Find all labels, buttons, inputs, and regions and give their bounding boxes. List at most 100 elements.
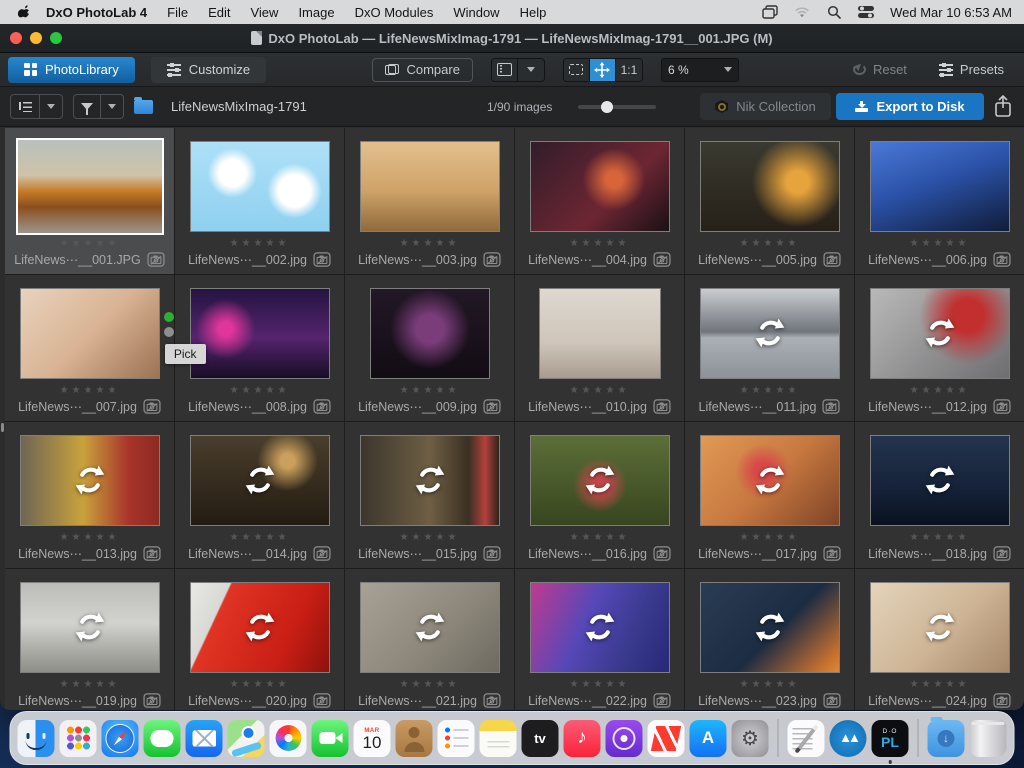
current-folder-name[interactable]: LifeNewsMixImag-1791	[171, 99, 307, 114]
star-rating[interactable]: ★★★★★	[910, 239, 970, 249]
image-cell[interactable]: ★★★★★LifeNews⋯__005.jpg	[685, 128, 854, 274]
star-rating[interactable]: ★★★★★	[740, 386, 800, 396]
thumbnail-image[interactable]	[20, 582, 160, 673]
dock-icon-mail[interactable]	[186, 720, 223, 757]
filter-button[interactable]	[74, 95, 101, 118]
menu-help[interactable]: Help	[520, 5, 547, 20]
view-mode-button[interactable]	[492, 59, 518, 81]
menu-bar-clock[interactable]: Wed Mar 10 6:53 AM	[890, 5, 1012, 20]
menu-view[interactable]: View	[250, 5, 278, 20]
menu-dxo-modules[interactable]: DxO Modules	[355, 5, 434, 20]
pan-tool-button[interactable]	[590, 59, 616, 81]
star-rating[interactable]: ★★★★★	[570, 533, 630, 543]
dock-icon-maps[interactable]	[228, 720, 265, 757]
thumbnail-image[interactable]	[539, 288, 661, 379]
thumbnail-image[interactable]	[370, 288, 490, 379]
thumbnail-image[interactable]	[870, 582, 1010, 673]
star-rating[interactable]: ★★★★★	[400, 680, 460, 690]
star-rating[interactable]: ★★★★★	[910, 680, 970, 690]
thumbnail-image[interactable]	[870, 141, 1010, 232]
star-rating[interactable]: ★★★★★	[230, 680, 290, 690]
image-cell[interactable]: ★★★★★LifeNews⋯__017.jpg	[685, 422, 854, 568]
reset-button[interactable]: Reset	[841, 58, 919, 82]
menu-edit[interactable]: Edit	[208, 5, 230, 20]
menu-window[interactable]: Window	[453, 5, 499, 20]
thumbnail-image[interactable]	[20, 435, 160, 526]
dock-icon-messages[interactable]	[144, 720, 181, 757]
thumbnail-image[interactable]	[700, 288, 840, 379]
thumbnail-size-slider[interactable]	[578, 105, 656, 109]
active-app-name[interactable]: DxO PhotoLab 4	[46, 5, 147, 20]
stage-manager-icon[interactable]	[762, 4, 778, 20]
dock-icon-tv[interactable]: tv	[522, 720, 559, 757]
tab-photolibrary[interactable]: PhotoLibrary	[8, 57, 135, 83]
thumbnail-image[interactable]	[700, 435, 840, 526]
thumbnail-image[interactable]	[530, 435, 670, 526]
star-rating[interactable]: ★★★★★	[570, 386, 630, 396]
star-rating[interactable]: ★★★★★	[230, 239, 290, 249]
star-rating[interactable]: ★★★★★	[60, 680, 120, 690]
dock-icon-reminders[interactable]	[438, 720, 475, 757]
search-icon[interactable]	[826, 4, 842, 20]
star-rating[interactable]: ★★★★★	[60, 386, 120, 396]
tab-customize[interactable]: Customize	[151, 57, 266, 83]
star-rating[interactable]: ★★★★★	[230, 386, 290, 396]
star-rating[interactable]: ★★★★★	[400, 533, 460, 543]
star-rating[interactable]: ★★★★★	[570, 680, 630, 690]
thumbnail-image[interactable]	[360, 141, 500, 232]
menu-image[interactable]: Image	[298, 5, 334, 20]
dock-icon-podcasts[interactable]	[606, 720, 643, 757]
dock-icon-safari[interactable]	[102, 720, 139, 757]
image-cell[interactable]: ★★★★★LifeNews⋯__006.jpg	[855, 128, 1024, 274]
image-cell[interactable]: ★★★★★LifeNews⋯__022.jpg	[515, 569, 684, 710]
dock-icon-downloads[interactable]	[928, 720, 965, 757]
thumbnail-image[interactable]	[530, 582, 670, 673]
image-cell[interactable]: ★★★★★LifeNews⋯__016.jpg	[515, 422, 684, 568]
thumbnail-image[interactable]	[530, 141, 670, 232]
dock-icon-photos[interactable]	[270, 720, 307, 757]
image-cell[interactable]: ★★★★★LifeNews⋯__015.jpg	[345, 422, 514, 568]
wifi-icon[interactable]	[794, 4, 810, 20]
image-cell[interactable]: ★★★★★LifeNews⋯__001.JPG	[5, 128, 174, 274]
image-cell[interactable]: ★★★★★LifeNews⋯__003.jpg	[345, 128, 514, 274]
share-button[interactable]	[992, 94, 1014, 119]
dock-icon-contacts[interactable]	[396, 720, 433, 757]
export-to-disk-button[interactable]: Export to Disk	[836, 93, 984, 120]
star-rating[interactable]: ★★★★★	[910, 533, 970, 543]
zoom-level-dropdown[interactable]: 6 %	[661, 58, 739, 82]
dock-icon-settings[interactable]: ⚙	[732, 720, 769, 757]
image-cell[interactable]: ★★★★★LifeNews⋯__019.jpg	[5, 569, 174, 710]
thumbnail-image[interactable]	[190, 582, 330, 673]
dock-icon-textedit[interactable]	[788, 720, 825, 757]
image-cell[interactable]: ★★★★★LifeNews⋯__004.jpg	[515, 128, 684, 274]
image-cell[interactable]: ★★★★★LifeNews⋯__009.jpg	[345, 275, 514, 421]
image-cell[interactable]: ★★★★★LifeNews⋯__013.jpg	[5, 422, 174, 568]
apple-menu-icon[interactable]	[18, 4, 32, 20]
image-cell[interactable]: ★★★★★LifeNews⋯__018.jpg	[855, 422, 1024, 568]
image-cell[interactable]: ★★★★★LifeNews⋯__021.jpg	[345, 569, 514, 710]
thumbnail-image[interactable]	[360, 435, 500, 526]
star-rating[interactable]: ★★★★★	[570, 239, 630, 249]
title-bar[interactable]: DxO PhotoLab — LifeNewsMixImag-1791 — Li…	[0, 24, 1024, 53]
image-cell[interactable]: ★★★★★LifeNews⋯__012.jpg	[855, 275, 1024, 421]
thumbnail-image[interactable]	[870, 288, 1010, 379]
dock-icon-dxo-nik[interactable]: ▲▲	[830, 720, 867, 757]
thumbnail-image[interactable]	[700, 141, 840, 232]
star-rating[interactable]: ★★★★★	[910, 386, 970, 396]
star-rating[interactable]: ★★★★★	[400, 239, 460, 249]
pick-dot-green[interactable]	[164, 312, 174, 322]
zoom-button[interactable]	[50, 32, 62, 44]
image-cell[interactable]: ★★★★★LifeNews⋯__010.jpg	[515, 275, 684, 421]
dock-icon-dxo-pl[interactable]: D·OPL	[872, 720, 909, 757]
dock-icon-news[interactable]	[648, 720, 685, 757]
star-rating[interactable]: ★★★★★	[60, 533, 120, 543]
thumbnail-image[interactable]	[190, 141, 330, 232]
presets-button[interactable]: Presets	[927, 58, 1016, 82]
star-rating[interactable]: ★★★★★	[740, 680, 800, 690]
filter-dropdown[interactable]	[101, 95, 123, 118]
image-cell[interactable]: ★★★★★LifeNews⋯__023.jpg	[685, 569, 854, 710]
minimize-button[interactable]	[30, 32, 42, 44]
thumbnail-image[interactable]	[16, 138, 164, 235]
dock-icon-appstore[interactable]: A	[690, 720, 727, 757]
one-to-one-button[interactable]: 1:1	[616, 59, 642, 81]
